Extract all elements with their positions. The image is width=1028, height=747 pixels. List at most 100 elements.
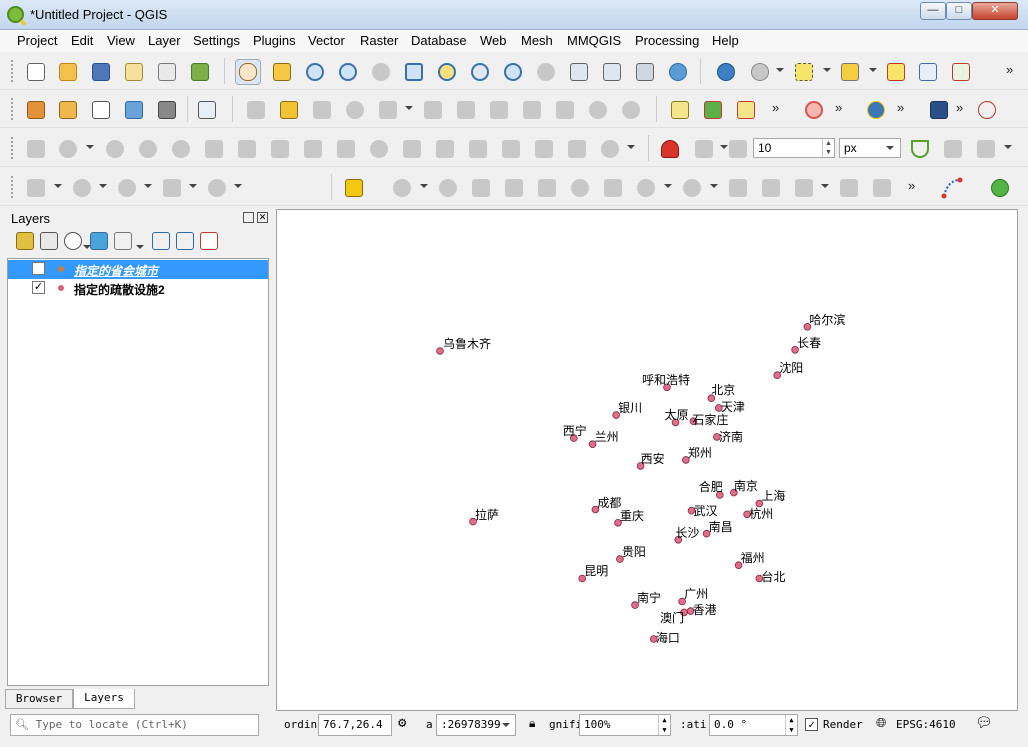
spin-arrows-icon[interactable]: ▲ ▼ — [822, 139, 834, 157]
mmqgis-plugin-icon[interactable] — [342, 176, 366, 200]
tab-browser[interactable]: Browser — [5, 689, 73, 709]
diagram-properties-icon[interactable] — [701, 98, 725, 122]
add-vector-layer-icon[interactable] — [89, 98, 113, 122]
split-features-icon[interactable] — [400, 137, 424, 161]
rotate-label-icon[interactable] — [634, 176, 658, 200]
crs-button[interactable]: EPSG:4610 — [896, 718, 956, 731]
pan-map-icon[interactable] — [235, 59, 261, 85]
shape-digitizing-line-icon[interactable] — [24, 176, 48, 200]
topological-editing-icon[interactable] — [908, 137, 932, 161]
offset-curve-icon[interactable] — [367, 137, 391, 161]
layer-visibility-checkbox[interactable] — [32, 262, 45, 275]
minimize-button[interactable]: — — [920, 2, 946, 20]
chevron-down-icon[interactable] — [821, 184, 829, 188]
menu-help[interactable]: Help — [712, 33, 739, 48]
snap-segment-icon[interactable] — [726, 137, 750, 161]
style-manager-icon[interactable] — [188, 60, 212, 84]
magnifier-field[interactable]: 100% ▲ ▼ — [579, 714, 671, 736]
collapse-all-icon[interactable] — [173, 229, 197, 253]
data-source-manager-icon[interactable] — [24, 98, 48, 122]
layout-manager-icon[interactable] — [155, 60, 179, 84]
menu-project[interactable]: Project — [17, 33, 57, 48]
open-layer-styling-icon[interactable] — [13, 229, 37, 253]
current-edits-icon[interactable] — [244, 98, 268, 122]
render-checkbox[interactable]: ✓ — [805, 718, 818, 731]
rotate-feature-icon[interactable] — [103, 137, 127, 161]
pin-labels-icon[interactable] — [734, 98, 758, 122]
snap-intersections-icon[interactable] — [941, 137, 965, 161]
float-panel-button[interactable] — [243, 212, 254, 223]
close-button[interactable]: ✕ — [972, 2, 1018, 20]
filter-by-expression-icon[interactable] — [111, 229, 135, 253]
add-raster-layer-icon[interactable] — [122, 98, 146, 122]
toolbar-overflow-button[interactable]: » — [897, 100, 904, 115]
cut-features-icon[interactable] — [487, 98, 511, 122]
chevron-down-icon[interactable] — [234, 184, 242, 188]
vertex-tool-icon[interactable] — [376, 98, 400, 122]
zoom-out-icon[interactable] — [336, 60, 360, 84]
chevron-down-icon[interactable] — [189, 184, 197, 188]
chevron-down-icon[interactable] — [627, 145, 635, 149]
tab-layers[interactable]: Layers — [73, 689, 135, 709]
zoom-in-icon[interactable] — [303, 60, 327, 84]
chevron-down-icon[interactable] — [710, 184, 718, 188]
expand-all-icon[interactable] — [149, 229, 173, 253]
move-label-icon[interactable] — [601, 176, 625, 200]
bezier-digitize-icon[interactable] — [940, 176, 964, 200]
attribute-table-icon[interactable] — [916, 60, 940, 84]
toolbar-handle[interactable] — [10, 136, 14, 160]
redo-icon[interactable] — [619, 98, 643, 122]
polygonize-icon[interactable] — [502, 176, 526, 200]
zoom-full-icon[interactable] — [402, 60, 426, 84]
add-wms-layer-icon[interactable] — [155, 98, 179, 122]
simplify-feature-icon[interactable] — [136, 137, 160, 161]
identify-features-icon[interactable] — [714, 60, 738, 84]
deselect-all-icon[interactable] — [884, 60, 908, 84]
chevron-down-icon[interactable] — [136, 245, 144, 249]
add-ring-icon[interactable] — [169, 137, 193, 161]
shape-digitizing-circle-icon[interactable] — [70, 176, 94, 200]
open-project-icon[interactable] — [56, 60, 80, 84]
menu-web[interactable]: Web — [480, 33, 507, 48]
globe-icon[interactable]: 🌐︎ — [876, 716, 886, 731]
scale-field[interactable]: :26978399 — [436, 714, 516, 736]
python-console-icon[interactable] — [864, 98, 888, 122]
coordinate-field[interactable]: 76.7,26.4 — [318, 714, 392, 736]
menu-view[interactable]: View — [107, 33, 135, 48]
toolbar-overflow-button[interactable]: » — [835, 100, 842, 115]
fill-ring-icon[interactable] — [235, 137, 259, 161]
select-by-value-icon[interactable] — [838, 60, 862, 84]
add-delimited-text-icon[interactable] — [195, 98, 219, 122]
maximize-button[interactable]: □ — [946, 2, 972, 20]
snapping-magnet-icon[interactable] — [658, 137, 682, 161]
statistical-summary-icon[interactable] — [949, 60, 973, 84]
menu-plugins[interactable]: Plugins — [253, 33, 296, 48]
undo-icon[interactable] — [586, 98, 610, 122]
layout-features-icon[interactable] — [837, 176, 861, 200]
snap-units-select[interactable]: px — [839, 138, 901, 158]
merge-selected-icon[interactable] — [436, 176, 460, 200]
cloud-layer-icon[interactable] — [988, 176, 1012, 200]
help-contents-icon[interactable] — [927, 98, 951, 122]
rotation-field[interactable]: 0.0 ° ▲ ▼ — [709, 714, 798, 736]
merge-features-icon[interactable] — [466, 137, 490, 161]
self-snapping-icon[interactable] — [974, 137, 998, 161]
snap-vertex-icon[interactable] — [692, 137, 716, 161]
menu-layer[interactable]: Layer — [148, 33, 181, 48]
offset-point-symbols-icon[interactable] — [565, 137, 589, 161]
trim-extend-icon[interactable] — [598, 137, 622, 161]
chevron-down-icon[interactable] — [1004, 145, 1012, 149]
snap-tolerance-field[interactable]: 10 ▲ ▼ — [753, 138, 835, 158]
new-print-layout-icon[interactable] — [122, 60, 146, 84]
menu-mmqgis[interactable]: MMQGIS — [567, 33, 621, 48]
spin-arrows-icon[interactable]: ▲ ▼ — [658, 715, 670, 735]
shape-digitizing-ellipse-icon[interactable] — [115, 176, 139, 200]
toggle-extents-icon[interactable]: ⚙ — [398, 715, 406, 731]
menu-settings[interactable]: Settings — [193, 33, 240, 48]
remove-layer-icon[interactable] — [197, 229, 221, 253]
processing-toolbox-icon[interactable] — [802, 98, 826, 122]
change-label-icon[interactable] — [680, 176, 704, 200]
shape-digitizing-rectangle-icon[interactable] — [160, 176, 184, 200]
menu-edit[interactable]: Edit — [71, 33, 93, 48]
run-feature-action-icon[interactable] — [748, 60, 772, 84]
